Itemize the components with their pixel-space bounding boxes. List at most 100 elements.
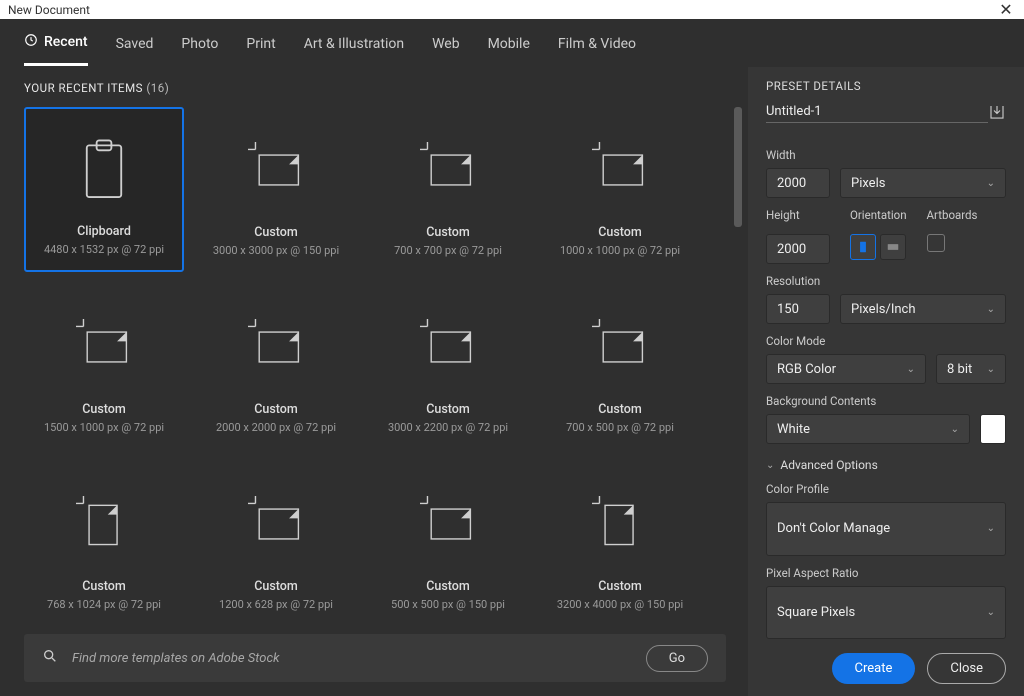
color-mode-dropdown[interactable]: RGB Color ⌄: [766, 354, 926, 384]
advanced-label: Advanced Options: [780, 458, 877, 472]
preset-card[interactable]: Custom3000 x 3000 px @ 150 ppi: [196, 107, 356, 272]
orientation-portrait-button[interactable]: [850, 234, 876, 260]
dropdown-value: RGB Color: [777, 362, 836, 377]
tab-print[interactable]: Print: [246, 33, 275, 66]
preset-card[interactable]: Clipboard4480 x 1532 px @ 72 ppi: [24, 107, 184, 272]
advanced-options-toggle[interactable]: ⌄ Advanced Options: [766, 458, 1006, 472]
color-mode-label: Color Mode: [766, 334, 1006, 348]
close-icon[interactable]: ✕: [996, 0, 1016, 19]
preset-name: Custom: [598, 402, 642, 417]
color-profile-dropdown[interactable]: Don't Color Manage ⌄: [766, 502, 1006, 556]
tab-photo[interactable]: Photo: [181, 33, 218, 66]
tab-recent[interactable]: Recent: [24, 33, 88, 66]
chevron-down-icon: ⌄: [987, 523, 995, 534]
recent-title-text: YOUR RECENT ITEMS: [24, 81, 143, 95]
preset-name: Custom: [254, 225, 298, 240]
preset-details-header: PRESET DETAILS: [766, 79, 1006, 93]
tab-film[interactable]: Film & Video: [558, 33, 636, 66]
orientation-landscape-button[interactable]: [880, 234, 906, 260]
preset-dims: 1000 x 1000 px @ 72 ppi: [560, 244, 680, 257]
bg-contents-dropdown[interactable]: White ⌄: [766, 414, 970, 444]
chevron-down-icon: ⌄: [987, 178, 995, 189]
preset-icon: [420, 118, 476, 225]
search-input[interactable]: Find more templates on Adobe Stock: [72, 651, 632, 666]
chevron-down-icon: ⌄: [987, 304, 995, 315]
preset-name: Custom: [426, 225, 470, 240]
bg-contents-label: Background Contents: [766, 394, 1006, 408]
preset-dims: 768 x 1024 px @ 72 ppi: [47, 598, 161, 611]
dropdown-value: 8 bit: [947, 362, 972, 377]
dropdown-value: White: [777, 422, 810, 437]
preset-icon: [248, 472, 304, 579]
width-label: Width: [766, 148, 1006, 162]
tab-label: Mobile: [488, 36, 530, 52]
preset-name: Custom: [254, 579, 298, 594]
preset-icon: [420, 295, 476, 402]
preset-name: Custom: [598, 225, 642, 240]
preset-dims: 500 x 500 px @ 150 ppi: [391, 598, 505, 611]
tab-art[interactable]: Art & Illustration: [304, 33, 404, 66]
preset-dims: 3000 x 2200 px @ 72 ppi: [388, 421, 508, 434]
preset-name: Custom: [426, 402, 470, 417]
preset-card[interactable]: Custom1200 x 628 px @ 72 ppi: [196, 461, 356, 626]
preset-icon: [248, 295, 304, 402]
save-preset-icon[interactable]: [988, 103, 1006, 124]
close-button[interactable]: Close: [927, 653, 1006, 684]
preset-name: Clipboard: [77, 224, 131, 239]
preset-card[interactable]: Custom768 x 1024 px @ 72 ppi: [24, 461, 184, 626]
chevron-down-icon: ⌄: [907, 364, 915, 375]
preset-card[interactable]: Custom2000 x 2000 px @ 72 ppi: [196, 284, 356, 449]
tab-mobile[interactable]: Mobile: [488, 33, 530, 66]
preset-name: Custom: [598, 579, 642, 594]
preset-icon: [76, 472, 132, 579]
document-name-input[interactable]: Untitled-1: [766, 104, 988, 123]
resolution-input[interactable]: 150: [766, 294, 830, 324]
preset-card[interactable]: Custom3200 x 4000 px @ 150 ppi: [540, 461, 700, 626]
preset-card[interactable]: Custom 1500 x 1000 px @ 72 ppi: [24, 284, 184, 449]
height-input[interactable]: 2000: [766, 234, 830, 264]
preset-card[interactable]: Custom700 x 500 px @ 72 ppi: [540, 284, 700, 449]
width-input[interactable]: 2000: [766, 168, 830, 198]
dropdown-value: Pixels: [851, 176, 885, 191]
artboards-checkbox[interactable]: [927, 234, 945, 252]
go-button[interactable]: Go: [646, 645, 708, 672]
tab-label: Recent: [44, 34, 88, 50]
preset-name: Custom: [82, 402, 126, 417]
preset-tabs: Recent Saved Photo Print Art & Illustrat…: [0, 19, 1024, 67]
preset-grid: Clipboard4480 x 1532 px @ 72 ppiCustom30…: [24, 107, 742, 626]
preset-icon: [592, 472, 648, 579]
preset-dims: 2000 x 2000 px @ 72 ppi: [216, 421, 336, 434]
preset-dims: 700 x 700 px @ 72 ppi: [394, 244, 502, 257]
search-icon: [42, 648, 58, 668]
clock-icon: [24, 33, 38, 51]
height-label: Height: [766, 208, 830, 222]
preset-icon: [78, 119, 130, 224]
preset-card[interactable]: Custom 1000 x 1000 px @ 72 ppi: [540, 107, 700, 272]
chevron-down-icon: ⌄: [987, 607, 995, 618]
width-unit-dropdown[interactable]: Pixels ⌄: [840, 168, 1006, 198]
app-body: Recent Saved Photo Print Art & Illustrat…: [0, 19, 1024, 696]
tab-label: Print: [246, 36, 275, 52]
color-depth-dropdown[interactable]: 8 bit ⌄: [936, 354, 1006, 384]
par-dropdown[interactable]: Square Pixels ⌄: [766, 586, 1006, 640]
dropdown-value: Pixels/Inch: [851, 302, 916, 317]
artboards-label: Artboards: [927, 208, 978, 222]
titlebar: New Document ✕: [0, 0, 1024, 19]
recent-heading: YOUR RECENT ITEMS (16): [24, 81, 742, 95]
dropdown-value: Don't Color Manage: [777, 521, 890, 536]
preset-card[interactable]: Custom 700 x 700 px @ 72 ppi: [368, 107, 528, 272]
create-button[interactable]: Create: [832, 653, 916, 684]
dropdown-value: Square Pixels: [777, 605, 855, 620]
resolution-unit-dropdown[interactable]: Pixels/Inch ⌄: [840, 294, 1006, 324]
scrollbar-thumb[interactable]: [734, 107, 742, 227]
tab-label: Film & Video: [558, 36, 636, 52]
preset-card[interactable]: Custom500 x 500 px @ 150 ppi: [368, 461, 528, 626]
preset-card[interactable]: Custom 3000 x 2200 px @ 72 ppi: [368, 284, 528, 449]
preset-dims: 1500 x 1000 px @ 72 ppi: [44, 421, 164, 434]
tab-saved[interactable]: Saved: [116, 33, 154, 66]
resolution-label: Resolution: [766, 274, 1006, 288]
tab-web[interactable]: Web: [432, 33, 460, 66]
preset-icon: [248, 118, 304, 225]
scrollbar[interactable]: [734, 107, 742, 566]
bg-color-swatch[interactable]: [980, 414, 1006, 444]
